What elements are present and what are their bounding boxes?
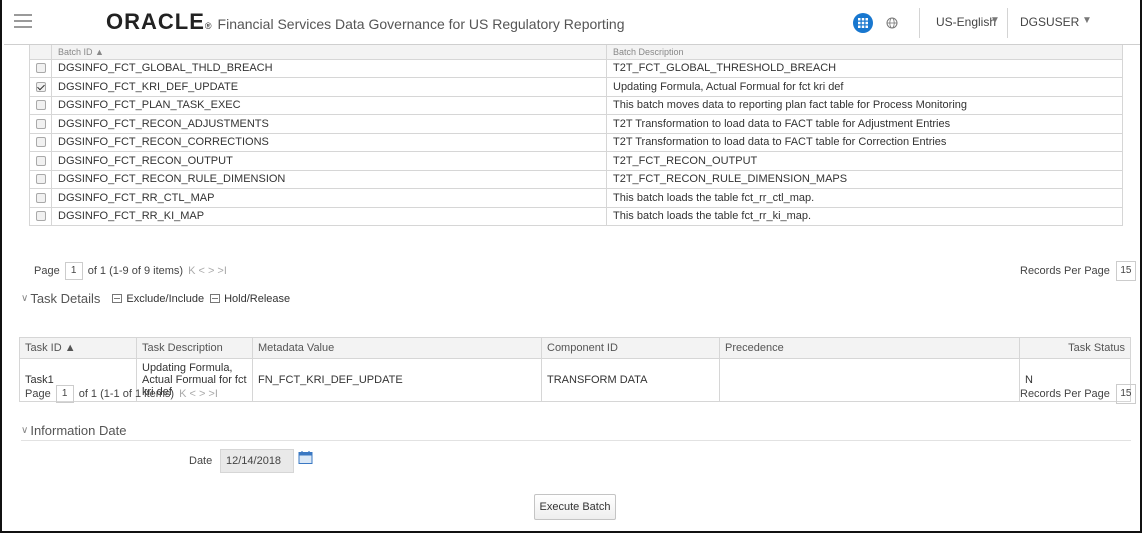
batch-id-cell: DGSINFO_FCT_RECON_RULE_DIMENSION xyxy=(51,169,607,189)
row-checkbox[interactable] xyxy=(35,118,46,129)
row-checkbox[interactable] xyxy=(35,81,46,92)
batch-table-header: Batch ID ▲ Batch Description xyxy=(29,45,1123,60)
row-checkbox[interactable] xyxy=(35,63,46,74)
date-input[interactable]: 12/14/2018 xyxy=(220,449,294,473)
globe-icon[interactable] xyxy=(882,13,902,33)
app-header: ORACLE ® Financial Services Data Governa… xyxy=(4,0,1140,45)
section-divider xyxy=(21,440,1131,441)
caret-down-icon[interactable]: ▼ xyxy=(1082,15,1092,26)
row-checkbox[interactable] xyxy=(35,192,46,203)
batch-description-cell: Updating Formula, Actual Formual for fct… xyxy=(606,77,1123,97)
app-grid-icon[interactable] xyxy=(853,13,873,33)
row-checkbox[interactable] xyxy=(35,174,46,185)
table-row[interactable]: DGSINFO_FCT_RECON_CORRECTIONS T2T Transfo… xyxy=(29,132,1123,152)
chevron-down-icon[interactable]: ∨ xyxy=(21,293,28,304)
date-label: Date xyxy=(189,455,213,467)
hamburger-menu-icon[interactable] xyxy=(14,14,32,28)
batch-id-cell: DGSINFO_FCT_RECON_CORRECTIONS xyxy=(51,132,607,152)
batch-description-cell: This batch loads the table fct_rr_ki_map… xyxy=(606,206,1123,226)
batch-id-cell: DGSINFO_FCT_GLOBAL_THLD_BREACH xyxy=(51,58,607,78)
component-id-cell: TRANSFORM DATA xyxy=(541,358,720,402)
chevron-down-icon[interactable]: ∨ xyxy=(21,425,28,436)
table-row[interactable]: DGSINFO_FCT_GLOBAL_THLD_BREACH T2T_FCT_GL… xyxy=(29,58,1123,78)
precedence-cell xyxy=(719,358,1020,402)
calendar-icon[interactable] xyxy=(298,450,313,465)
brand: ORACLE ® Financial Services Data Governa… xyxy=(106,9,625,35)
batch-description-cell: T2T Transformation to load data to FACT … xyxy=(606,132,1123,152)
exclude-include-icon xyxy=(112,294,123,303)
row-checkbox[interactable] xyxy=(35,137,46,148)
exclude-include-button[interactable]: Exclude/Include xyxy=(112,293,204,305)
column-header-task-id[interactable]: Task ID ▲ xyxy=(19,337,137,359)
column-header-task-description: Task Description xyxy=(136,337,253,359)
table-row[interactable]: DGSINFO_FCT_RECON_RULE_DIMENSION T2T_FCT_… xyxy=(29,169,1123,189)
column-header-precedence: Precedence xyxy=(719,337,1020,359)
task-pagination: Page 1 of 1 (1-1 of 1 items) K < > >I xyxy=(25,385,218,403)
batch-description-cell: This batch loads the table fct_rr_ctl_ma… xyxy=(606,188,1123,208)
batch-id-cell: DGSINFO_FCT_KRI_DEF_UPDATE xyxy=(51,77,607,97)
batch-id-cell: DGSINFO_FCT_PLAN_TASK_EXEC xyxy=(51,95,607,115)
task-details-title[interactable]: Task Details xyxy=(30,291,100,306)
information-date-section: ∨ Information Date xyxy=(21,423,126,438)
registered-mark: ® xyxy=(204,21,212,31)
table-row[interactable]: DGSINFO_FCT_RR_CTL_MAP This batch loads t… xyxy=(29,188,1123,208)
row-checkbox[interactable] xyxy=(35,211,46,222)
app-frame: ORACLE ® Financial Services Data Governa… xyxy=(0,0,1142,533)
table-row[interactable]: DGSINFO_FCT_RR_KI_MAP This batch loads th… xyxy=(29,206,1123,226)
caret-down-icon[interactable]: ▼ xyxy=(990,15,1000,26)
page-info: of 1 (1-1 of 1 items) xyxy=(78,388,175,400)
batch-id-cell: DGSINFO_FCT_RECON_OUTPUT xyxy=(51,151,607,171)
table-row[interactable]: DGSINFO_FCT_RECON_ADJUSTMENTS T2T Transfo… xyxy=(29,114,1123,134)
batch-id-cell: DGSINFO_FCT_RR_KI_MAP xyxy=(51,206,607,226)
batch-table: Batch ID ▲ Batch Description DGSINFO_FCT… xyxy=(29,45,1123,226)
batch-id-cell: DGSINFO_FCT_RR_CTL_MAP xyxy=(51,188,607,208)
task-details-section: ∨ Task Details Exclude/Include Hold/Rele… xyxy=(21,291,290,306)
batch-description-cell: T2T Transformation to load data to FACT … xyxy=(606,114,1123,134)
records-per-page-label: Records Per Page xyxy=(1020,388,1110,400)
page-label: Page xyxy=(25,388,51,400)
information-date-title[interactable]: Information Date xyxy=(30,423,126,438)
page-nav-icons[interactable]: K < > >I xyxy=(188,265,227,277)
page-label: Page xyxy=(34,265,60,277)
table-row[interactable]: DGSINFO_FCT_KRI_DEF_UPDATE Updating Formu… xyxy=(29,77,1123,97)
column-header-batch-description: Batch Description xyxy=(606,45,1123,60)
task-table-header: Task ID ▲ Task Description Metadata Valu… xyxy=(19,337,1131,359)
batch-description-cell: T2T_FCT_GLOBAL_THRESHOLD_BREACH xyxy=(606,58,1123,78)
page-info: of 1 (1-9 of 9 items) xyxy=(87,265,184,277)
page-nav-icons[interactable]: K < > >I xyxy=(179,388,218,400)
table-row[interactable]: DGSINFO_FCT_RECON_OUTPUT T2T_FCT_RECON_OU… xyxy=(29,151,1123,171)
column-header-metadata-value: Metadata Value xyxy=(252,337,542,359)
row-checkbox[interactable] xyxy=(35,100,46,111)
app-title: Financial Services Data Governance for U… xyxy=(217,16,625,32)
execute-batch-button[interactable]: Execute Batch xyxy=(534,494,616,520)
records-per-page-input[interactable]: 15 xyxy=(1115,261,1136,281)
metadata-value-cell: FN_FCT_KRI_DEF_UPDATE xyxy=(252,358,542,402)
batch-description-cell: T2T_FCT_RECON_RULE_DIMENSION_MAPS xyxy=(606,169,1123,189)
batch-records-per-page: Records Per Page 15 xyxy=(1020,261,1136,281)
batch-id-cell: DGSINFO_FCT_RECON_ADJUSTMENTS xyxy=(51,114,607,134)
column-header-component-id: Component ID xyxy=(541,337,720,359)
batch-pagination: Page 1 of 1 (1-9 of 9 items) K < > >I xyxy=(34,262,227,280)
batch-description-cell: This batch moves data to reporting plan … xyxy=(606,95,1123,115)
hold-release-button[interactable]: Hold/Release xyxy=(210,293,290,305)
records-per-page-label: Records Per Page xyxy=(1020,265,1110,277)
task-records-per-page: Records Per Page 15 xyxy=(1020,384,1136,404)
column-header-task-status: Task Status xyxy=(1019,337,1131,359)
hold-release-icon xyxy=(210,294,221,303)
user-menu[interactable]: DGSUSER xyxy=(1020,15,1079,29)
row-checkbox[interactable] xyxy=(35,155,46,166)
batch-description-cell: T2T_FCT_RECON_OUTPUT xyxy=(606,151,1123,171)
header-divider xyxy=(1007,8,1008,38)
page-number-input[interactable]: 1 xyxy=(55,385,74,403)
records-per-page-input[interactable]: 15 xyxy=(1115,384,1136,404)
language-selector[interactable]: US-English xyxy=(936,15,996,29)
table-row[interactable]: DGSINFO_FCT_PLAN_TASK_EXEC This batch mov… xyxy=(29,95,1123,115)
oracle-logo: ORACLE xyxy=(106,9,205,34)
header-divider xyxy=(919,8,920,38)
column-header-batch-id[interactable]: Batch ID ▲ xyxy=(51,45,607,60)
page-number-input[interactable]: 1 xyxy=(64,262,83,280)
